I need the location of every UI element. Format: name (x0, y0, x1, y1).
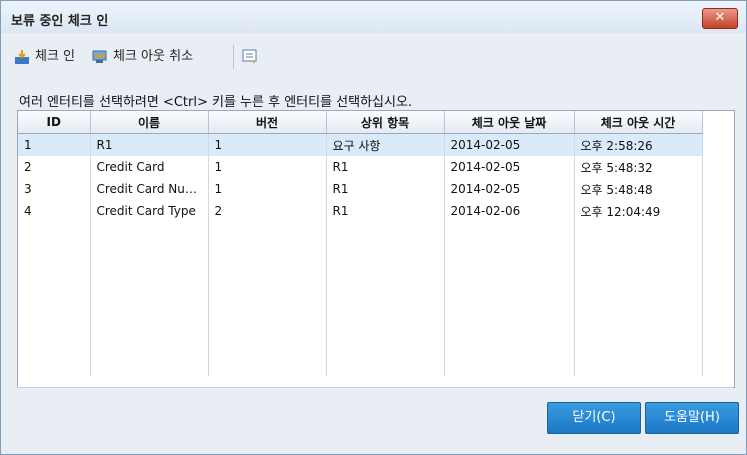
cell-checkout-time: 오후 2:58:26 (574, 133, 703, 156)
empty-row (18, 266, 703, 288)
dialog-title: 보류 중인 체크 인 (11, 14, 109, 29)
cell-parent: 요구 사항 (326, 133, 445, 156)
cell-checkout-time: 오후 5:48:32 (574, 156, 703, 178)
close-button[interactable]: 닫기(C) (547, 402, 641, 434)
table-row[interactable]: 3 Credit Card Num... 1 R1 2014-02-05 오후 … (18, 178, 703, 200)
cell-id: 2 (18, 156, 91, 178)
cell-checkout-date: 2014-02-05 (444, 178, 575, 200)
empty-row (18, 288, 703, 310)
cell-version: 2 (208, 200, 327, 222)
checkin-icon[interactable] (13, 48, 31, 66)
cell-checkout-time: 오후 5:48:48 (574, 178, 703, 200)
cell-checkout-date: 2014-02-05 (444, 133, 575, 156)
cell-name: Credit Card (90, 156, 209, 178)
column-header-id[interactable]: ID (18, 111, 91, 134)
undo-checkout-button[interactable]: 체크 아웃 취소 (113, 47, 193, 67)
column-header-version[interactable]: 버전 (208, 111, 327, 134)
toolbar-separator (233, 45, 234, 69)
selection-instruction: 여러 엔터티를 선택하려면 <Ctrl> 키를 누른 후 엔터티를 선택하십시오… (19, 95, 413, 110)
column-header-checkout-date[interactable]: 체크 아웃 날짜 (444, 111, 575, 134)
cell-id: 1 (18, 133, 91, 156)
pending-checkin-dialog: 보류 중인 체크 인 ✕ 체크 인 체크 아웃 취소 여러 엔터티를 선택하려면… (0, 0, 747, 455)
cell-id: 4 (18, 200, 91, 222)
pending-checkin-grid[interactable]: ID 이름 버전 상위 항목 체크 아웃 날짜 체크 아웃 시간 1 R1 1 … (17, 110, 735, 388)
empty-row (18, 310, 703, 332)
close-window-button[interactable]: ✕ (702, 8, 738, 29)
cell-version: 1 (208, 156, 327, 178)
table-header-row: ID 이름 버전 상위 항목 체크 아웃 날짜 체크 아웃 시간 (18, 111, 703, 134)
cell-parent: R1 (326, 200, 445, 222)
cell-checkout-date: 2014-02-05 (444, 156, 575, 178)
column-header-parent[interactable]: 상위 항목 (326, 111, 445, 134)
empty-row (18, 222, 703, 244)
cell-checkout-time: 오후 12:04:49 (574, 200, 703, 222)
empty-row (18, 354, 703, 376)
table-row[interactable]: 4 Credit Card Type 2 R1 2014-02-06 오후 12… (18, 200, 703, 222)
comment-icon[interactable] (241, 48, 259, 66)
cell-version: 1 (208, 133, 327, 156)
cell-name: Credit Card Type (90, 200, 209, 222)
cell-checkout-date: 2014-02-06 (444, 200, 575, 222)
cell-id: 3 (18, 178, 91, 200)
cell-parent: R1 (326, 156, 445, 178)
help-button[interactable]: 도움말(H) (645, 402, 739, 434)
toolbar: 체크 인 체크 아웃 취소 (13, 43, 733, 71)
cell-parent: R1 (326, 178, 445, 200)
title-bar: 보류 중인 체크 인 ✕ (1, 1, 746, 33)
empty-row (18, 332, 703, 354)
table-row[interactable]: 2 Credit Card 1 R1 2014-02-05 오후 5:48:32 (18, 156, 703, 178)
table-row[interactable]: 1 R1 1 요구 사항 2014-02-05 오후 2:58:26 (18, 133, 703, 156)
undo-checkout-icon[interactable] (91, 48, 109, 66)
column-header-name[interactable]: 이름 (90, 111, 209, 134)
cell-name: Credit Card Num... (90, 178, 209, 200)
empty-row (18, 244, 703, 266)
cell-version: 1 (208, 178, 327, 200)
footer-divider (17, 387, 733, 388)
column-header-checkout-time[interactable]: 체크 아웃 시간 (574, 111, 703, 134)
cell-name: R1 (90, 133, 209, 156)
checkin-button[interactable]: 체크 인 (35, 47, 75, 67)
